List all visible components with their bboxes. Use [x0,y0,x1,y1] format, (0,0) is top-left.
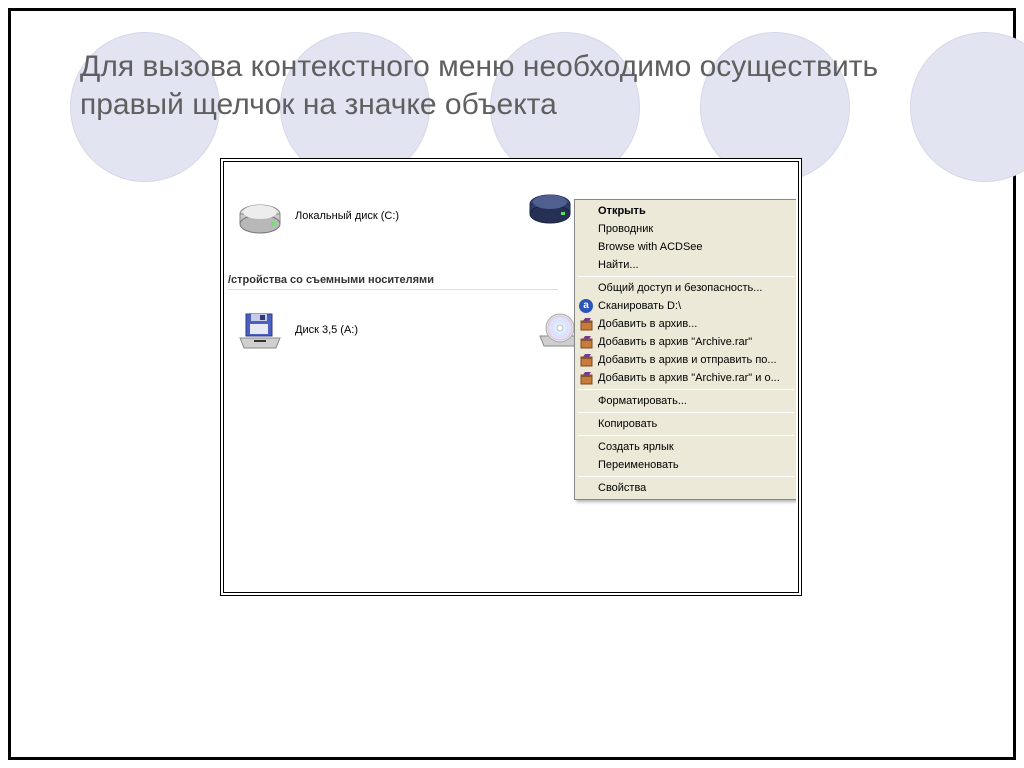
menu-open-label: Открыть [598,205,646,217]
menu-scan[interactable]: a Сканировать D:\ [576,297,796,315]
menu-add-archive-named[interactable]: Добавить в архив "Archive.rar" [576,333,796,351]
menu-explorer-label: Проводник [598,223,653,235]
removable-section-header: /стройства со съемными носителями [228,272,558,290]
hard-disk-icon [236,196,284,236]
menu-add-archive-send-label: Добавить в архив и отправить по... [598,354,777,366]
menu-create-shortcut[interactable]: Создать ярлык [576,438,796,456]
menu-browse-acdsee-label: Browse with ACDSee [598,241,703,253]
menu-copy[interactable]: Копировать [576,415,796,433]
explorer-window: Локальный диск (C:) Локальный диск (D:) … [220,158,802,596]
menu-copy-label: Копировать [598,418,657,430]
menu-find[interactable]: Найти... [576,256,796,274]
drive-a[interactable]: Диск 3,5 (A:) [236,310,361,350]
winrar-icon [579,371,594,386]
menu-explorer[interactable]: Проводник [576,220,796,238]
menu-add-archive[interactable]: Добавить в архив... [576,315,796,333]
menu-add-archive-label: Добавить в архив... [598,318,697,330]
menu-rename-label: Переименовать [598,459,679,471]
menu-rename[interactable]: Переименовать [576,456,796,474]
menu-separator [578,276,794,277]
hard-disk-icon [526,186,574,226]
menu-properties[interactable]: Свойства [576,479,796,497]
menu-separator [578,412,794,413]
menu-properties-label: Свойства [598,482,646,494]
menu-sharing-label: Общий доступ и безопасность... [598,282,762,294]
floppy-drive-icon [236,310,284,350]
menu-separator [578,389,794,390]
menu-create-shortcut-label: Создать ярлык [598,441,674,453]
menu-add-archive-named-label: Добавить в архив "Archive.rar" [598,336,752,348]
menu-find-label: Найти... [598,259,639,271]
menu-separator [578,476,794,477]
menu-sharing[interactable]: Общий доступ и безопасность... [576,279,796,297]
drive-c[interactable]: Локальный диск (C:) [236,196,402,236]
menu-scan-label: Сканировать D:\ [598,300,681,312]
avast-icon: a [579,299,594,314]
menu-separator [578,435,794,436]
winrar-icon [579,317,594,332]
menu-add-archive-named-send[interactable]: Добавить в архив "Archive.rar" и о... [576,369,796,387]
menu-add-archive-send[interactable]: Добавить в архив и отправить по... [576,351,796,369]
menu-format-label: Форматировать... [598,395,687,407]
drive-a-label: Диск 3,5 (A:) [292,323,361,337]
winrar-icon [579,353,594,368]
menu-add-archive-named-send-label: Добавить в архив "Archive.rar" и о... [598,372,780,384]
menu-browse-acdsee[interactable]: Browse with ACDSee [576,238,796,256]
winrar-icon [579,335,594,350]
menu-format[interactable]: Форматировать... [576,392,796,410]
drive-c-label: Локальный диск (C:) [292,209,402,223]
slide-title: Для вызова контекстного меню необходимо … [80,48,964,123]
menu-open[interactable]: Открыть [576,202,796,220]
context-menu: Открыть Проводник Browse with ACDSee Най… [574,199,796,500]
